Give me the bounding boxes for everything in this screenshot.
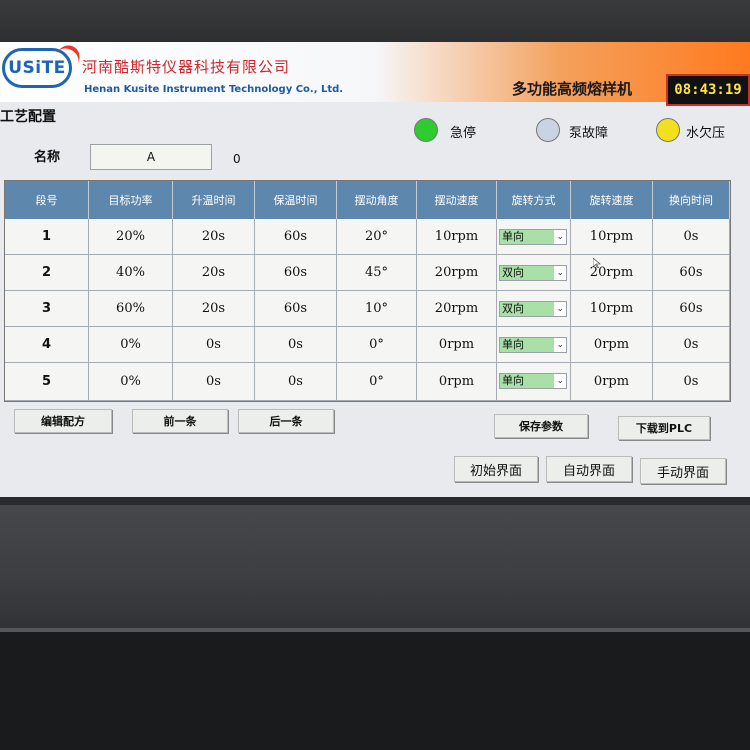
row-1-power[interactable]: 20%	[89, 219, 173, 255]
header-hold-time: 保温时间	[255, 181, 337, 219]
row-3-mode-cell: 双向 ⌄	[497, 291, 571, 327]
row-1-swing-angle[interactable]: 20°	[337, 219, 417, 255]
header-target-power: 目标功率	[89, 181, 173, 219]
row-1-mode-value: 单向	[500, 230, 554, 244]
estop-label: 急停	[450, 126, 477, 141]
row-5-mode-cell: 单向 ⌄	[497, 363, 571, 401]
row-3-segment: 3	[5, 291, 89, 327]
row-3-swing-speed[interactable]: 20rpm	[417, 291, 497, 327]
row-1-mode-dropdown[interactable]: 单向 ⌄	[499, 229, 567, 245]
row-3-mode-value: 双向	[500, 302, 554, 316]
header-swing-angle: 摆动角度	[337, 181, 417, 219]
chevron-down-icon: ⌄	[556, 376, 564, 386]
recipe-name-field[interactable]: A	[90, 144, 212, 170]
row-4-rotation-speed[interactable]: 0rpm	[571, 327, 653, 363]
company-name-cn: 河南酷斯特仪器科技有限公司	[82, 58, 291, 76]
header-bar: USiTE 河南酷斯特仪器科技有限公司 Henan Kusite Instrum…	[0, 42, 750, 106]
row-4-swing-angle[interactable]: 0°	[337, 327, 417, 363]
row-4-hold-time[interactable]: 0s	[255, 327, 337, 363]
mouse-cursor-icon	[593, 258, 601, 268]
row-2-mode-cell: 双向 ⌄	[497, 255, 571, 291]
page-title: 工艺配置	[0, 109, 56, 125]
save-params-button[interactable]: 保存参数	[494, 414, 588, 438]
previous-button[interactable]: 前一条	[132, 409, 228, 433]
row-5-mode-dropdown[interactable]: 单向 ⌄	[499, 373, 567, 389]
row-3-rotation-speed[interactable]: 10rpm	[571, 291, 653, 327]
row-4-swing-speed[interactable]: 0rpm	[417, 327, 497, 363]
row-4-power[interactable]: 0%	[89, 327, 173, 363]
row-1-swing-speed[interactable]: 10rpm	[417, 219, 497, 255]
download-plc-button[interactable]: 下载到PLC	[618, 416, 710, 440]
row-4-mode-cell: 单向 ⌄	[497, 327, 571, 363]
monitor-base	[0, 632, 750, 750]
next-button[interactable]: 后一条	[238, 409, 334, 433]
row-4-mode-dropdown[interactable]: 单向 ⌄	[499, 337, 567, 353]
row-2-power[interactable]: 40%	[89, 255, 173, 291]
row-1-segment: 1	[5, 219, 89, 255]
row-3-mode-dropdown[interactable]: 双向 ⌄	[499, 301, 567, 317]
row-5-heat-time[interactable]: 0s	[173, 363, 255, 401]
row-4-mode-value: 单向	[500, 338, 554, 352]
row-1-hold-time[interactable]: 60s	[255, 219, 337, 255]
recipe-number: 0	[233, 152, 241, 166]
row-1-reverse-time[interactable]: 0s	[653, 219, 730, 255]
row-4-reverse-time[interactable]: 0s	[653, 327, 730, 363]
row-4-segment: 4	[5, 327, 89, 363]
row-5-swing-speed[interactable]: 0rpm	[417, 363, 497, 401]
row-4-heat-time[interactable]: 0s	[173, 327, 255, 363]
monitor-bezel-top	[0, 0, 750, 42]
row-3-reverse-time[interactable]: 60s	[653, 291, 730, 327]
row-2-mode-dropdown[interactable]: 双向 ⌄	[499, 265, 567, 281]
row-5-swing-angle[interactable]: 0°	[337, 363, 417, 401]
chevron-down-icon: ⌄	[556, 340, 564, 350]
header-reverse-time: 换向时间	[653, 181, 730, 219]
row-1-mode-cell: 单向 ⌄	[497, 219, 571, 255]
pump-fault-lamp-icon	[536, 118, 560, 142]
water-pressure-label: 水欠压	[686, 126, 726, 141]
row-5-hold-time[interactable]: 0s	[255, 363, 337, 401]
header-rotation-speed: 旋转速度	[571, 181, 653, 219]
header-segment: 段号	[5, 181, 89, 219]
hmi-screen: USiTE 河南酷斯特仪器科技有限公司 Henan Kusite Instrum…	[0, 42, 750, 497]
row-2-swing-angle[interactable]: 45°	[337, 255, 417, 291]
pump-fault-label: 泵故障	[569, 126, 609, 141]
manual-screen-button[interactable]: 手动界面	[640, 458, 726, 484]
row-1-heat-time[interactable]: 20s	[173, 219, 255, 255]
row-2-mode-value: 双向	[500, 266, 554, 280]
chevron-down-icon: ⌄	[556, 232, 564, 242]
row-3-swing-angle[interactable]: 10°	[337, 291, 417, 327]
row-5-power[interactable]: 0%	[89, 363, 173, 401]
machine-title: 多功能高频熔样机	[512, 80, 633, 98]
row-2-swing-speed[interactable]: 20rpm	[417, 255, 497, 291]
auto-screen-button[interactable]: 自动界面	[546, 456, 632, 482]
process-table: 段号 目标功率 升温时间 保温时间 摆动角度 摆动速度 旋转方式 旋转速度 换向…	[4, 180, 731, 402]
header-heat-time: 升温时间	[173, 181, 255, 219]
chevron-down-icon: ⌄	[556, 268, 564, 278]
company-name-en: Henan Kusite Instrument Technology Co., …	[84, 84, 344, 95]
header-swing-speed: 摆动速度	[417, 181, 497, 219]
row-1-rotation-speed[interactable]: 10rpm	[571, 219, 653, 255]
row-5-rotation-speed[interactable]: 0rpm	[571, 363, 653, 401]
row-3-power[interactable]: 60%	[89, 291, 173, 327]
row-3-hold-time[interactable]: 60s	[255, 291, 337, 327]
row-3-heat-time[interactable]: 20s	[173, 291, 255, 327]
clock-time: 08:43:19	[674, 82, 742, 98]
company-logo: USiTE	[2, 42, 85, 88]
recipe-name-label: 名称	[34, 150, 61, 165]
estop-lamp-icon	[414, 118, 438, 142]
row-5-segment: 5	[5, 363, 89, 401]
home-screen-button[interactable]: 初始界面	[454, 456, 538, 482]
row-2-segment: 2	[5, 255, 89, 291]
row-2-heat-time[interactable]: 20s	[173, 255, 255, 291]
header-rotation-mode: 旋转方式	[497, 181, 571, 219]
chevron-down-icon: ⌄	[556, 304, 564, 314]
row-5-reverse-time[interactable]: 0s	[653, 363, 730, 401]
row-2-hold-time[interactable]: 60s	[255, 255, 337, 291]
edit-recipe-button[interactable]: 编辑配方	[14, 409, 112, 433]
water-pressure-lamp-icon	[656, 118, 680, 142]
row-5-mode-value: 单向	[500, 374, 554, 388]
row-2-reverse-time[interactable]: 60s	[653, 255, 730, 291]
row-2-rotation-speed[interactable]: 20rpm	[571, 255, 653, 291]
clock-display: 08:43:19	[666, 74, 750, 106]
